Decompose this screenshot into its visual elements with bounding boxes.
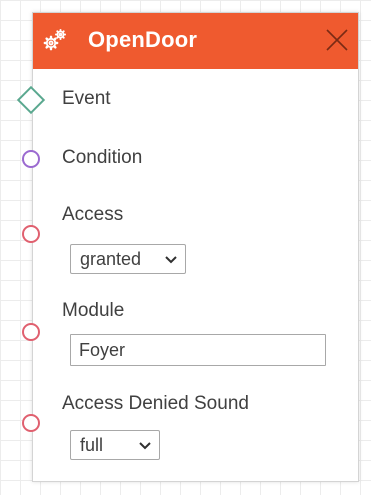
chevron-down-icon — [139, 442, 151, 450]
port-row-access-denied-sound: Access Denied Sound full — [0, 0, 371, 460]
node-header[interactable]: OpenDoor — [33, 13, 358, 69]
gears-icon — [43, 29, 66, 51]
chevron-down-icon — [165, 256, 177, 264]
node-title: OpenDoor — [88, 27, 198, 52]
access-label: Access — [62, 204, 124, 225]
access-port-circle[interactable] — [22, 225, 40, 243]
module-label: Module — [62, 300, 125, 321]
access-denied-sound-select[interactable]: full — [70, 430, 160, 460]
access-select[interactable]: granted — [70, 244, 186, 274]
condition-label: Condition — [62, 147, 143, 168]
condition-port-circle[interactable] — [22, 150, 40, 168]
close-icon[interactable] — [324, 27, 350, 53]
access-denied-sound-select-value: full — [80, 435, 104, 455]
event-label: Event — [62, 88, 111, 109]
access-denied-sound-port-circle[interactable] — [22, 414, 40, 432]
module-input[interactable] — [70, 334, 326, 366]
access-select-value: granted — [80, 249, 142, 269]
access-denied-sound-label: Access Denied Sound — [62, 393, 249, 414]
module-port-circle[interactable] — [22, 323, 40, 341]
